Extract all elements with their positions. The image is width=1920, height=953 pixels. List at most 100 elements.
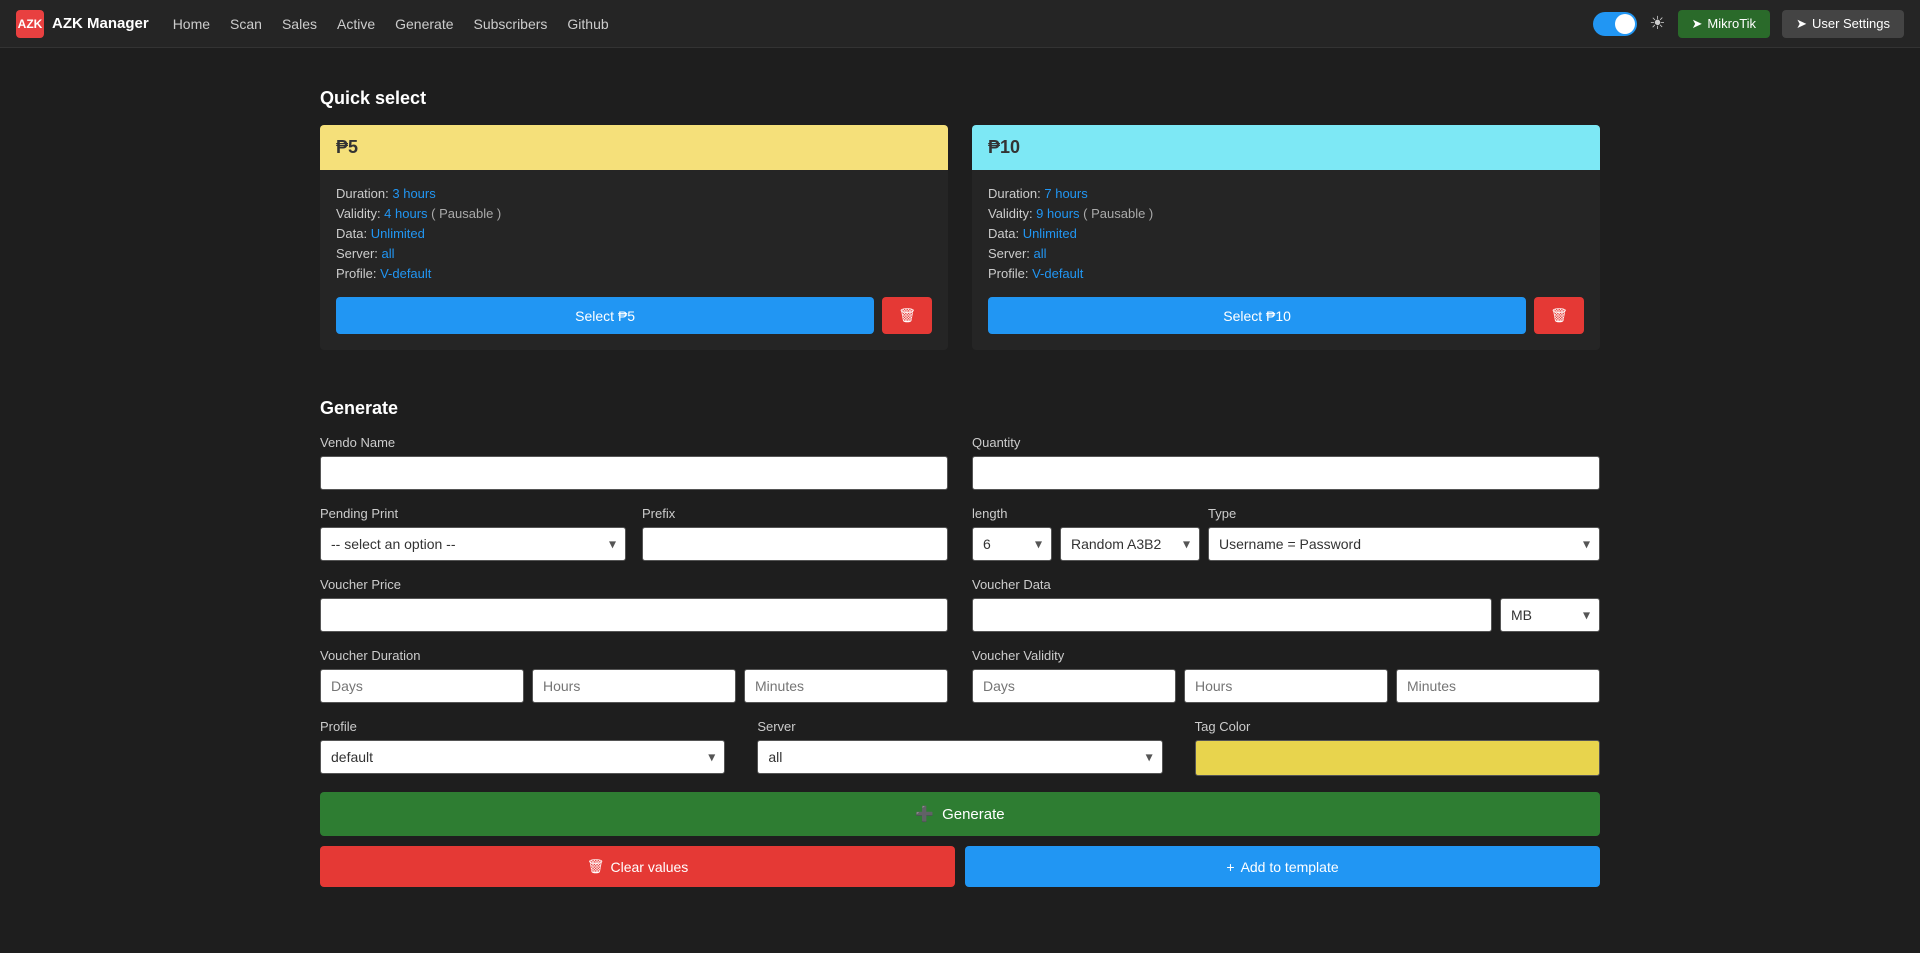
profile-label: Profile (320, 719, 725, 734)
app-logo: AZK AZK Manager (16, 10, 149, 38)
prefix-group: Prefix (642, 506, 948, 561)
voucher-data-unit-select[interactable]: MB GB Unlimited (1500, 598, 1600, 632)
nav-subscribers[interactable]: Subscribers (474, 16, 548, 32)
length-select-wrapper: 6 7 8 9 10 (972, 527, 1052, 561)
tag-color-label: Tag Color (1195, 719, 1600, 734)
format-select[interactable]: Random A3B2 Letters Only Numbers Only (1060, 527, 1200, 561)
profile-select[interactable]: default V-default custom (320, 740, 725, 774)
validity-fields (972, 669, 1600, 703)
pending-prefix-subrow: Pending Print -- select an option -- Pre… (320, 506, 948, 561)
validity-days-input[interactable] (972, 669, 1176, 703)
voucher-p10-data: Data: Unlimited (988, 226, 1584, 241)
user-settings-arrow-icon: ➤ (1796, 16, 1807, 32)
main-content: Quick select ₱5 Duration: 3 hours Validi… (260, 48, 1660, 927)
length-type-inline: length 6 7 8 9 10 (972, 506, 1600, 561)
nav-home[interactable]: Home (173, 16, 210, 32)
generate-plus-icon: ➕ (915, 805, 934, 823)
voucher-data-input[interactable] (972, 598, 1492, 632)
mikrotik-button[interactable]: ➤ MikroTik (1678, 10, 1771, 38)
generate-title: Generate (320, 398, 1600, 419)
pending-print-select-wrapper: -- select an option -- (320, 527, 626, 561)
voucher-price-input[interactable] (320, 598, 948, 632)
length-select[interactable]: 6 7 8 9 10 (972, 527, 1052, 561)
voucher-data-label: Voucher Data (972, 577, 1600, 592)
generate-section: Generate Vendo Name Quantity Pending Pri… (320, 398, 1600, 887)
price-data-row: Voucher Price Voucher Data MB GB Unlimit… (320, 577, 1600, 632)
mikrotik-arrow-icon: ➤ (1692, 16, 1703, 32)
voucher-card-p10-header: ₱10 (972, 125, 1600, 170)
quantity-input[interactable] (972, 456, 1600, 490)
generate-button[interactable]: ➕ Generate (320, 792, 1600, 836)
vendo-quantity-row: Vendo Name Quantity (320, 435, 1600, 490)
type-select-wrapper: Username = Password Username only Userna… (1208, 527, 1600, 561)
voucher-p10-actions: Select ₱10 🗑 (988, 297, 1584, 334)
length-label: length (972, 506, 1052, 521)
profile-group: Profile default V-default custom (320, 719, 725, 776)
tag-color-preview[interactable] (1195, 740, 1600, 776)
voucher-p5-profile: Profile: V-default (336, 266, 932, 281)
voucher-price-group: Voucher Price (320, 577, 948, 632)
nav-github[interactable]: Github (567, 16, 608, 32)
voucher-price-label: Voucher Price (320, 577, 948, 592)
duration-minutes-input[interactable] (744, 669, 948, 703)
voucher-p10-profile: Profile: V-default (988, 266, 1584, 281)
nav-scan[interactable]: Scan (230, 16, 262, 32)
voucher-p10-duration: Duration: 7 hours (988, 186, 1584, 201)
length-group: length 6 7 8 9 10 (972, 506, 1052, 561)
tag-color-group: Tag Color (1195, 719, 1600, 776)
duration-days-input[interactable] (320, 669, 524, 703)
server-select-wrapper: all server1 server2 (757, 740, 1162, 774)
duration-fields (320, 669, 948, 703)
pending-print-select[interactable]: -- select an option -- (320, 527, 626, 561)
user-settings-button[interactable]: ➤ User Settings (1782, 10, 1904, 38)
nav-links: Home Scan Sales Active Generate Subscrib… (173, 16, 1594, 32)
quantity-group: Quantity (972, 435, 1600, 490)
voucher-card-p10: ₱10 Duration: 7 hours Validity: 9 hours … (972, 125, 1600, 350)
validity-minutes-input[interactable] (1396, 669, 1600, 703)
duration-validity-row: Voucher Duration Voucher Validity (320, 648, 1600, 703)
voucher-validity-label: Voucher Validity (972, 648, 1600, 663)
duration-hours-input[interactable] (532, 669, 736, 703)
navbar: AZK AZK Manager Home Scan Sales Active G… (0, 0, 1920, 48)
pending-print-group: Pending Print -- select an option -- (320, 506, 626, 561)
voucher-p5-validity: Validity: 4 hours ( Pausable ) (336, 206, 932, 221)
validity-hours-input[interactable] (1184, 669, 1388, 703)
voucher-card-p5: ₱5 Duration: 3 hours Validity: 4 hours (… (320, 125, 948, 350)
voucher-card-p5-body: Duration: 3 hours Validity: 4 hours ( Pa… (320, 170, 948, 350)
nav-generate[interactable]: Generate (395, 16, 453, 32)
length-type-group: length 6 7 8 9 10 (972, 506, 1600, 561)
voucher-p5-duration: Duration: 3 hours (336, 186, 932, 201)
vendo-name-input[interactable] (320, 456, 948, 490)
prefix-label: Prefix (642, 506, 948, 521)
type-label: Type (1208, 506, 1600, 521)
clear-values-button[interactable]: 🗑 Clear values (320, 846, 955, 887)
vendo-name-group: Vendo Name (320, 435, 948, 490)
sun-icon[interactable]: ☀ (1649, 13, 1665, 34)
server-group: Server all server1 server2 (757, 719, 1162, 776)
select-p10-button[interactable]: Select ₱10 (988, 297, 1526, 334)
delete-p5-button[interactable]: 🗑 (882, 297, 932, 334)
select-p5-button[interactable]: Select ₱5 (336, 297, 874, 334)
delete-p10-button[interactable]: 🗑 (1534, 297, 1584, 334)
quantity-label: Quantity (972, 435, 1600, 450)
theme-toggle[interactable] (1593, 12, 1637, 36)
format-select-wrapper: Random A3B2 Letters Only Numbers Only (1060, 527, 1200, 561)
voucher-p5-server: Server: all (336, 246, 932, 261)
quick-select-title: Quick select (320, 88, 1600, 109)
prefix-input[interactable] (642, 527, 948, 561)
type-select[interactable]: Username = Password Username only Userna… (1208, 527, 1600, 561)
add-plus-icon: + (1226, 859, 1234, 875)
voucher-p10-validity: Validity: 9 hours ( Pausable ) (988, 206, 1584, 221)
bottom-buttons: 🗑 Clear values + Add to template (320, 846, 1600, 887)
voucher-data-inline: MB GB Unlimited (972, 598, 1600, 632)
pending-print-label: Pending Print (320, 506, 626, 521)
voucher-duration-label: Voucher Duration (320, 648, 948, 663)
quick-select-grid: ₱5 Duration: 3 hours Validity: 4 hours (… (320, 125, 1600, 350)
nav-sales[interactable]: Sales (282, 16, 317, 32)
add-template-button[interactable]: + Add to template (965, 846, 1600, 887)
server-label: Server (757, 719, 1162, 734)
nav-active[interactable]: Active (337, 16, 375, 32)
type-group: Type Username = Password Username only U… (1208, 506, 1600, 561)
server-select[interactable]: all server1 server2 (757, 740, 1162, 774)
clear-trash-icon: 🗑 (587, 858, 605, 875)
